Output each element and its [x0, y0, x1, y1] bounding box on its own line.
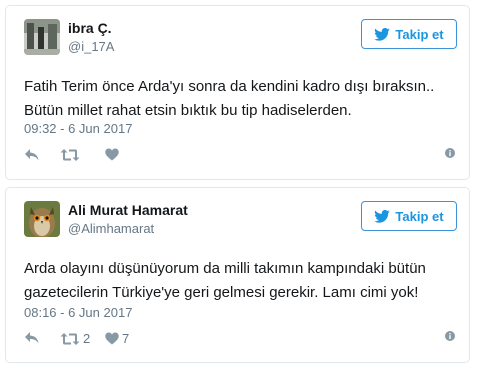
- info-icon: [445, 331, 455, 341]
- follow-button[interactable]: Takip et: [361, 19, 457, 49]
- like-button[interactable]: 7: [105, 331, 129, 346]
- info-icon: [445, 148, 455, 158]
- reply-icon: [25, 332, 39, 344]
- twitter-bird-icon: [374, 209, 391, 223]
- user-name[interactable]: Ali Murat Hamarat: [68, 202, 188, 218]
- reply-button[interactable]: [24, 148, 40, 162]
- tweet-actions: [24, 148, 455, 168]
- retweet-count: 2: [83, 331, 91, 346]
- avatar[interactable]: [24, 19, 60, 55]
- tweet-actions: 2 7: [24, 331, 455, 351]
- twitter-bird-icon: [374, 27, 391, 41]
- avatar-photo: [24, 201, 60, 237]
- user-handle[interactable]: @i_17A: [68, 39, 114, 54]
- tweet-card: ibra Ç. @i_17A Takip et Fatih Terim önce…: [5, 5, 470, 180]
- retweet-icon: [60, 332, 80, 345]
- follow-button[interactable]: Takip et: [361, 201, 457, 231]
- avatar-photo: [24, 19, 60, 55]
- tweet-text: Arda olayını düşünüyorum da milli takımı…: [24, 260, 426, 301]
- follow-label: Takip et: [395, 26, 444, 42]
- tweet-card: Ali Murat Hamarat @Alimhamarat Takip et …: [5, 187, 470, 363]
- tweet-timestamp[interactable]: 09:32 - 6 Jun 2017: [24, 121, 132, 136]
- retweet-button[interactable]: 2: [60, 331, 90, 346]
- reply-button[interactable]: [24, 331, 40, 345]
- like-button[interactable]: [105, 148, 122, 161]
- tweet-text: Fatih Terim önce Arda'yı sonra da kendin…: [24, 78, 435, 119]
- like-count: 7: [122, 331, 130, 346]
- retweet-button[interactable]: [60, 148, 83, 162]
- user-name[interactable]: ibra Ç.: [68, 20, 112, 36]
- follow-label: Takip et: [395, 208, 444, 224]
- user-handle[interactable]: @Alimhamarat: [68, 221, 154, 236]
- avatar[interactable]: [24, 201, 60, 237]
- tweet-info-button[interactable]: [445, 331, 455, 341]
- heart-icon: [105, 148, 119, 161]
- tweet-timestamp[interactable]: 08:16 - 6 Jun 2017: [24, 305, 132, 320]
- tweet-info-button[interactable]: [445, 148, 455, 158]
- reply-icon: [25, 149, 39, 161]
- retweet-icon: [60, 149, 80, 161]
- heart-icon: [105, 332, 119, 345]
